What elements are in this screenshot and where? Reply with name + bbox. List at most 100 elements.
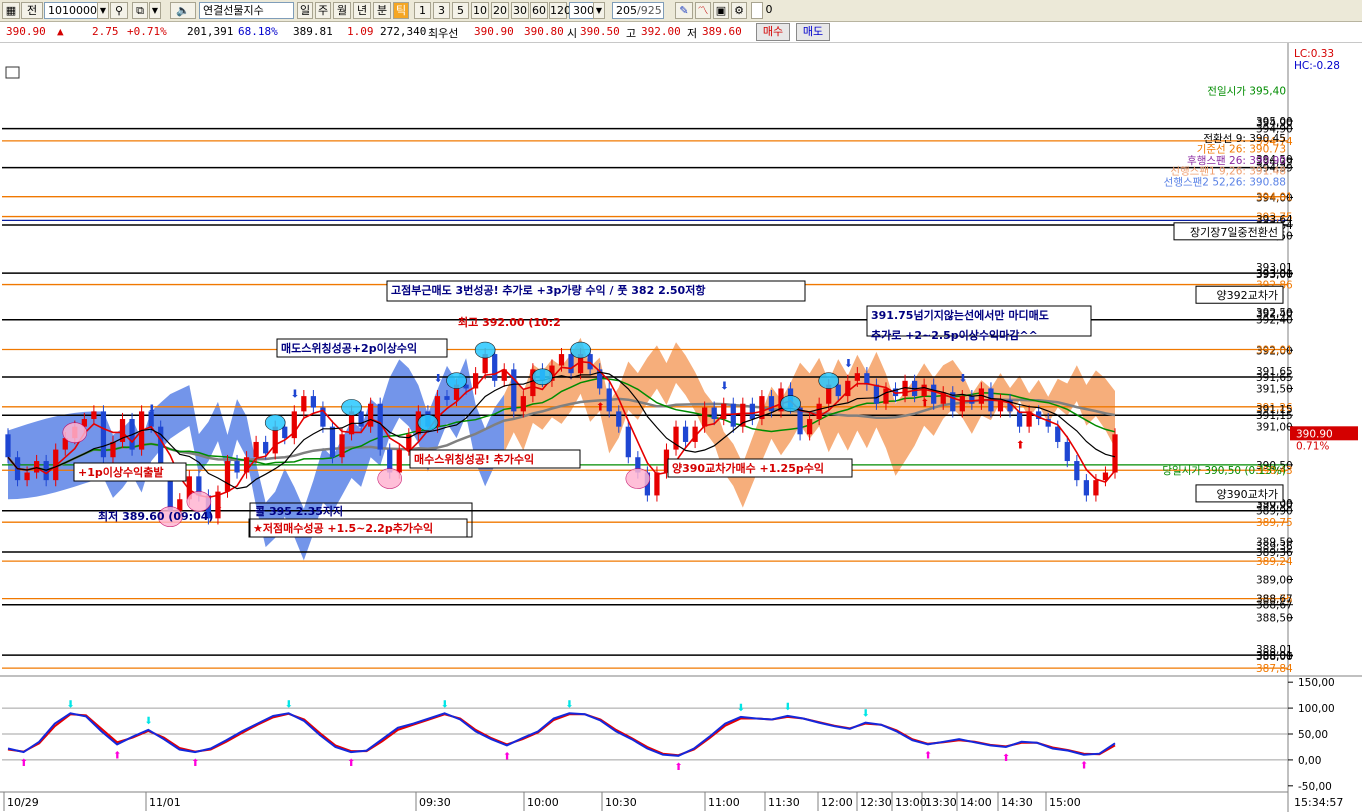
price-tag-value: 390.90: [1296, 428, 1333, 440]
best-bid: 390.80: [524, 25, 564, 38]
period-day[interactable]: 일: [297, 2, 313, 19]
level-label-orange: 394,01: [1256, 192, 1293, 204]
sell-signal-icon: ⬇: [720, 380, 729, 393]
annotation-text: 양390교차가매수 +1.25p수익: [672, 461, 824, 475]
high-label: 고: [626, 27, 637, 40]
sell-signal-icon: ⬇: [844, 357, 853, 370]
period-month[interactable]: 월: [333, 2, 351, 19]
interval-120[interactable]: 120: [549, 2, 571, 19]
save-icon[interactable]: ▣: [713, 2, 729, 19]
candle: [806, 419, 813, 435]
candle: [558, 354, 565, 366]
interval-60[interactable]: 60: [530, 2, 548, 19]
osc-trough-marker: ⬆: [20, 758, 28, 769]
dropdown-icon[interactable]: ▼: [149, 2, 161, 19]
interval-30[interactable]: 30: [511, 2, 529, 19]
candle: [339, 434, 345, 458]
interval-1[interactable]: 1: [414, 2, 431, 19]
volume: 201,391: [187, 25, 234, 38]
osc-tick-label: 0,00: [1298, 755, 1321, 767]
swing-high-marker: [570, 341, 591, 359]
osc-trough-marker: ⬆: [347, 758, 355, 769]
price-chart[interactable]: ⬇ ⬇ ⬇ ⬇ ⬇ ⬇ ⬇ ⬆ ⬆ ⬆ ⬆ 고점부근매도 3번성공! 추가로 +3p가량 수익 / …: [0, 43, 1362, 812]
indicator-label: 전일시가 395,40: [1207, 84, 1286, 97]
speaker-icon[interactable]: 🔈: [170, 2, 196, 19]
swing-high-marker: [264, 414, 286, 431]
mode-button[interactable]: 전: [21, 2, 43, 19]
annotation-text: +1p이상수익출발: [78, 465, 163, 479]
interval-5[interactable]: 5: [452, 2, 469, 19]
period-minute[interactable]: 분: [373, 2, 391, 19]
level-label-black: 393,01: [1256, 262, 1293, 274]
candle: [224, 461, 231, 492]
price-tick-label: 388,50: [1256, 613, 1293, 625]
sell-signal-icon: ⬇: [958, 372, 967, 385]
annotation-text: 매수스위칭성공! 추가수익: [414, 452, 534, 466]
sell-button[interactable]: 매도: [796, 23, 830, 41]
code-input[interactable]: 10100000: [44, 2, 104, 19]
candle: [282, 426, 288, 439]
price-tick-label: 389,00: [1256, 574, 1293, 586]
tick-dropdown-icon[interactable]: ▼: [593, 2, 605, 19]
candle: [682, 426, 689, 442]
candle: [253, 441, 259, 458]
candle: [1074, 461, 1080, 481]
open-label: 시: [567, 27, 578, 40]
candle: [263, 441, 269, 454]
interval-3[interactable]: 3: [433, 2, 450, 19]
candle: [616, 411, 622, 427]
open-interest: 272,340: [380, 25, 427, 38]
osc-peak-marker: ⬇: [285, 699, 293, 710]
code-dropdown-icon[interactable]: ▼: [97, 2, 109, 19]
candle: [625, 426, 631, 458]
best-label: 최우선: [428, 27, 459, 40]
basis: 1.09: [347, 25, 374, 38]
interval-10[interactable]: 10: [471, 2, 489, 19]
period-year[interactable]: 년: [353, 2, 371, 19]
candle: [520, 396, 526, 412]
boxed-label: 양392교차가: [1217, 289, 1278, 302]
instrument-field[interactable]: 연결선물지수: [199, 2, 294, 19]
level-label-black: 391,65: [1256, 366, 1293, 378]
swing-low-marker: [186, 491, 212, 512]
trend-icon[interactable]: 〽: [695, 2, 711, 19]
sell-signal-icon: ⬇: [147, 403, 156, 416]
candle: [5, 434, 11, 458]
osc-peak-marker: ⬇: [737, 703, 745, 714]
osc-peak-marker: ⬇: [144, 716, 152, 727]
level-label-orange: 389,75: [1256, 517, 1293, 529]
osc-tick-label: -50,00: [1298, 781, 1332, 793]
candle: [702, 407, 708, 427]
settings-icon[interactable]: ⚙: [731, 2, 747, 19]
candle: [301, 396, 307, 412]
osc-tick-label: 50,00: [1298, 729, 1328, 741]
osc-peak-marker: ⬇: [66, 699, 74, 710]
level-label-orange: 392,01: [1256, 344, 1293, 356]
menu-icon[interactable]: ▦: [2, 2, 20, 19]
swing-high-marker: [446, 372, 467, 389]
candle: [444, 396, 450, 400]
time-label: 10/29: [7, 796, 39, 809]
osc-trough-marker: ⬆: [924, 750, 932, 761]
level-label-black: 389,36: [1256, 541, 1293, 553]
candle: [234, 461, 240, 473]
time-label: 12:00: [821, 796, 853, 809]
option-checkbox[interactable]: [751, 2, 763, 19]
buy-signal-icon: ⬆: [920, 397, 929, 410]
tick-value-input[interactable]: 300: [569, 2, 594, 19]
swing-low-marker: [62, 422, 88, 443]
copy-icon[interactable]: ⧉: [132, 2, 148, 19]
drawing-tools-icon[interactable]: ✎: [675, 2, 693, 19]
candle: [492, 354, 498, 381]
buy-button[interactable]: 매수: [756, 23, 790, 41]
open-price: 390.50: [580, 25, 620, 38]
period-tick[interactable]: 틱: [393, 2, 409, 19]
period-week[interactable]: 주: [315, 2, 331, 19]
search-icon[interactable]: ⚲: [110, 2, 128, 19]
level-label-orange: 387,84: [1256, 663, 1293, 675]
osc-peak-marker: ⬇: [784, 702, 792, 713]
candle: [396, 449, 402, 473]
candle: [568, 354, 574, 374]
interval-20[interactable]: 20: [491, 2, 509, 19]
sell-signal-icon: ⬇: [14, 456, 23, 469]
